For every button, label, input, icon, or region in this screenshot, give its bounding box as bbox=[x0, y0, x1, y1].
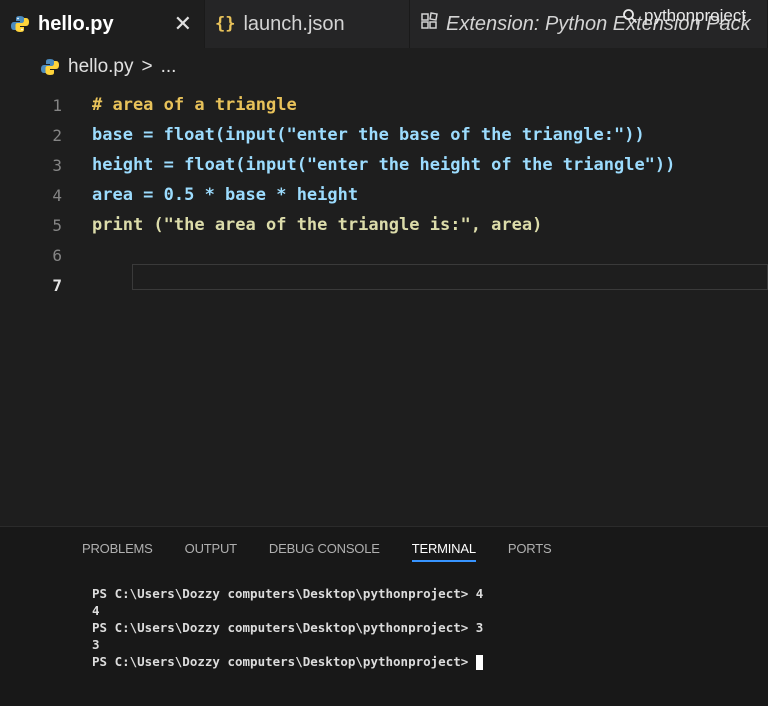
terminal-cursor bbox=[475, 655, 483, 670]
breadcrumb-separator: > bbox=[141, 56, 153, 77]
line-number: 7 bbox=[52, 275, 62, 295]
tab-problems[interactable]: PROBLEMS bbox=[82, 541, 153, 562]
breadcrumb: hello.py > ... bbox=[40, 56, 176, 78]
line-number: 5 bbox=[52, 215, 62, 235]
line-number: 6 bbox=[52, 245, 62, 265]
tab-hello-py[interactable]: hello.py ✕ bbox=[0, 0, 205, 48]
tab-label: hello.py bbox=[38, 12, 114, 35]
python-icon bbox=[10, 14, 30, 34]
code-editor[interactable]: 1 # area of a triangle 2 base = float(in… bbox=[0, 84, 768, 524]
terminal-line: 4 bbox=[92, 603, 100, 618]
terminal-line: PS C:\Users\Dozzy computers\Desktop\pyth… bbox=[92, 620, 484, 635]
current-line-highlight bbox=[132, 264, 768, 290]
code-text: area = 0.5 * base * height bbox=[92, 185, 359, 205]
tab-ports[interactable]: PORTS bbox=[508, 541, 552, 562]
code-text: height = float(input("enter the height o… bbox=[92, 155, 676, 175]
search-label: pythonproject bbox=[644, 6, 747, 25]
bottom-panel: PROBLEMS OUTPUT DEBUG CONSOLE TERMINAL P… bbox=[0, 526, 768, 706]
tab-terminal[interactable]: TERMINAL bbox=[411, 541, 476, 562]
code-line: 5 print ("the area of the triangle is:",… bbox=[0, 210, 768, 240]
tab-launch-json[interactable]: {} launch.json bbox=[205, 0, 410, 48]
tab-output[interactable]: OUTPUT bbox=[185, 541, 237, 562]
code-line: 3 height = float(input("enter the height… bbox=[0, 150, 768, 180]
search-icon bbox=[623, 9, 638, 24]
breadcrumb-file[interactable]: hello.py bbox=[68, 56, 134, 78]
code-line: 1 # area of a triangle bbox=[0, 90, 768, 120]
line-number: 1 bbox=[52, 95, 62, 115]
line-number: 2 bbox=[52, 125, 62, 145]
panel-tabs: PROBLEMS OUTPUT DEBUG CONSOLE TERMINAL P… bbox=[82, 541, 552, 562]
code-line: 2 base = float(input("enter the base of … bbox=[0, 120, 768, 150]
line-number: 3 bbox=[52, 155, 62, 175]
code-text: print ("the area of the triangle is:", a… bbox=[92, 215, 543, 235]
breadcrumb-more[interactable]: ... bbox=[161, 56, 177, 78]
code-line: 4 area = 0.5 * base * height bbox=[0, 180, 768, 210]
code-text: base = float(input("enter the base of th… bbox=[92, 125, 645, 145]
terminal-line: 3 bbox=[92, 637, 100, 652]
tab-label: launch.json bbox=[243, 12, 345, 35]
terminal-line: PS C:\Users\Dozzy computers\Desktop\pyth… bbox=[92, 654, 476, 669]
line-number: 4 bbox=[52, 185, 62, 205]
code-text: # area of a triangle bbox=[92, 95, 297, 115]
terminal-line: PS C:\Users\Dozzy computers\Desktop\pyth… bbox=[92, 586, 484, 601]
json-braces-icon: {} bbox=[215, 14, 236, 34]
vscode-window: hello.py ✕ {} launch.json Extension: Pyt… bbox=[0, 0, 768, 706]
python-icon bbox=[40, 57, 60, 77]
command-center-search[interactable]: pythonproject bbox=[622, 6, 746, 26]
tab-debug-console[interactable]: DEBUG CONSOLE bbox=[269, 541, 380, 562]
terminal[interactable]: PS C:\Users\Dozzy computers\Desktop\pyth… bbox=[92, 585, 483, 670]
extensions-icon bbox=[420, 12, 438, 36]
terminal-prompt-line: PS C:\Users\Dozzy computers\Desktop\pyth… bbox=[92, 653, 483, 670]
close-icon[interactable]: ✕ bbox=[174, 11, 192, 37]
